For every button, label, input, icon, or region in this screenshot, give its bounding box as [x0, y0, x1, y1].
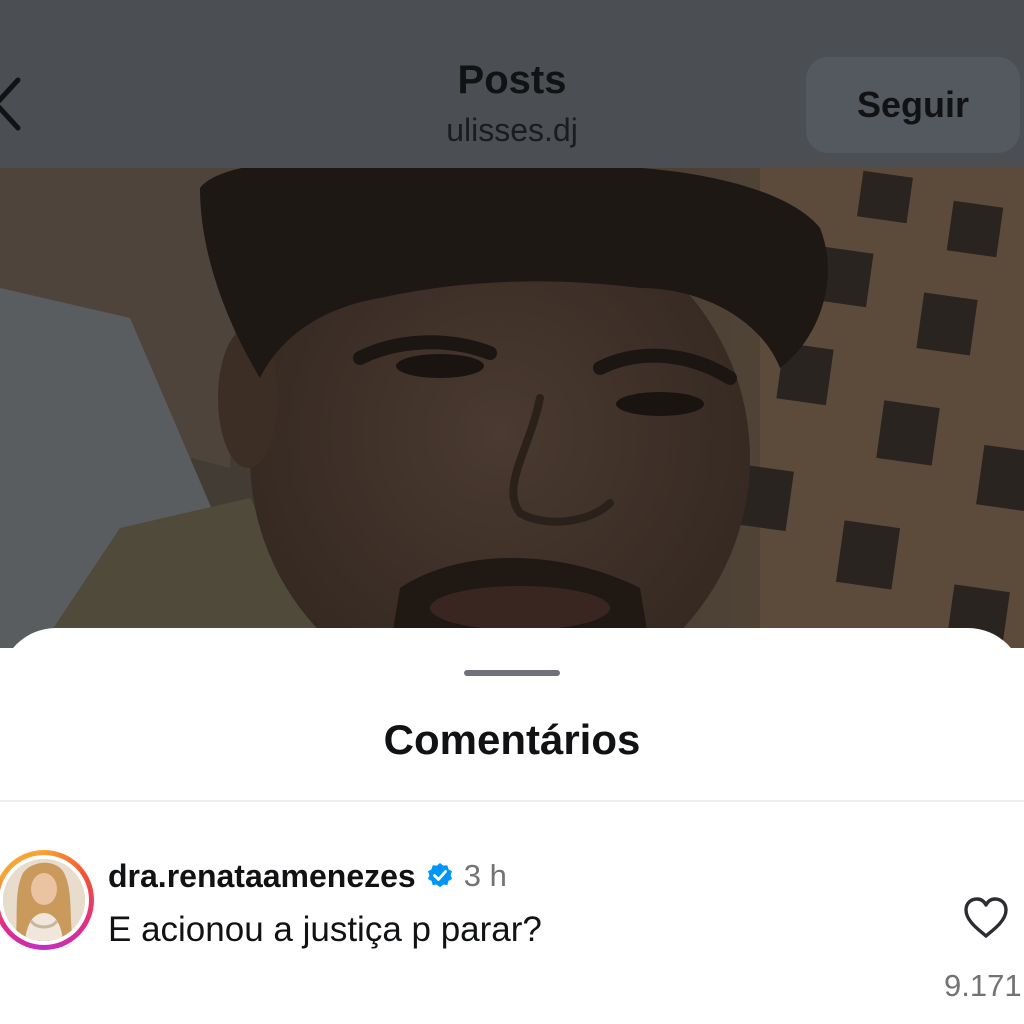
heart-outline-icon [964, 897, 1008, 938]
comment-text: E acionou a justiça p parar? [108, 910, 542, 949]
comment-username[interactable]: dra.renataamenezes [108, 858, 416, 895]
avatar[interactable] [0, 850, 94, 950]
divider [0, 800, 1024, 802]
verified-badge-icon [427, 863, 452, 888]
comments-sheet: Comentários dra.renataamenezes 3 h E aci… [0, 628, 1024, 1024]
comment-time: 3 h [463, 858, 507, 893]
comment-header: dra.renataamenezes 3 h [108, 856, 507, 896]
comments-title: Comentários [383, 716, 641, 763]
follow-button[interactable]: Seguir [806, 57, 1020, 153]
sheet-drag-handle[interactable] [464, 670, 560, 676]
like-button[interactable] [962, 896, 1010, 940]
header-bar: Posts ulisses.dj Seguir [0, 0, 1024, 168]
post-photo [0, 168, 1024, 648]
avatar-photo [3, 859, 85, 941]
like-count: 9.171 [944, 968, 1022, 1003]
instagram-screen: Posts ulisses.dj Seguir Comentários dra.… [0, 0, 1024, 1024]
